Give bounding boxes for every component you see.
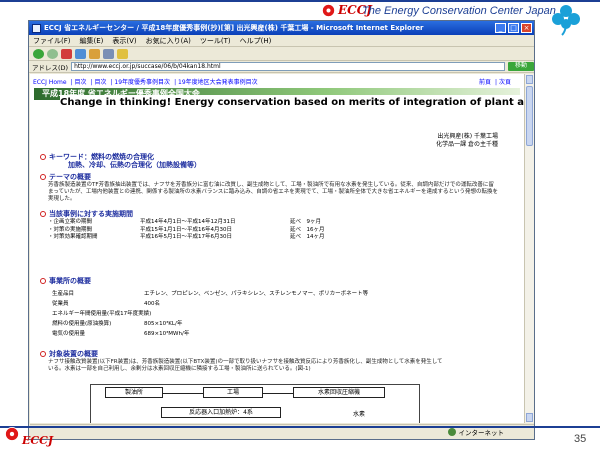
forward-icon[interactable]: [47, 48, 58, 59]
ecc-logo-icon: [5, 427, 19, 441]
table-row: 生産品目 エチレン、プロピレン、ベンゼン、パラキシレン、スチレンモノマー、ポリカー…: [52, 291, 369, 297]
schedule-table: ・企画立案の期間 平成14年4月1日～平成14年12月31日 延べ 9ヶ月 ・対策の…: [48, 219, 350, 242]
window-title: ECCJ 省エネルギーセンター / 平成18年度優秀事例(抄)[第] 出光興産(…: [44, 24, 424, 32]
bullet-icon: [40, 211, 46, 217]
table-row: ・企画立案の期間 平成14年4月1日～平成14年12月31日 延べ 9ヶ月: [48, 219, 321, 225]
arrow-line: [263, 393, 293, 394]
prev-page-link[interactable]: 前頁: [479, 79, 491, 86]
browser-icon: [32, 23, 41, 33]
table-row: ・対策効果確認期間 平成16年5月1日～平成17年6月30日 延べ 14ヶ月: [48, 234, 325, 240]
vertical-scrollbar[interactable]: [524, 74, 534, 423]
nav-links: ECCJ Home | 目次 | 目次 | 19年度優秀事例目次 | 19年度地区大会発…: [33, 77, 523, 87]
hydrogen-label: 水素: [353, 411, 366, 418]
pager: 前頁 | 次頁: [479, 79, 511, 86]
search-icon[interactable]: [103, 48, 114, 59]
menu-view[interactable]: 表示(V): [112, 36, 136, 46]
maximize-button[interactable]: □: [508, 23, 519, 33]
theme-body: 芳香族製造装置のTF芳香族抽出装置では、ナフサを芳香族分に富む油に改質し、副生成…: [48, 182, 498, 202]
author-dept: 化学品一課 倉の主千種: [436, 141, 498, 148]
theme-heading: テーマの概要: [40, 172, 91, 182]
address-bar: アドレス(D) http://www.eccj.or.jp/succase/06…: [29, 61, 534, 73]
nav-link-fy19-cases[interactable]: 19年度優秀事例目次: [114, 79, 170, 86]
menu-help[interactable]: ヘルプ(H): [240, 36, 272, 46]
facility-table: 生産品目 エチレン、プロピレン、ベンゼン、パラキシレン、スチレンモノマー、ポリカー…: [52, 289, 524, 339]
ecc-logo-icon: [322, 4, 335, 17]
table-row: 燃料の使用量(原油換算) 805×10³KL/年: [52, 321, 183, 327]
nav-link-fy19-regional[interactable]: 19年度地区大会発表事例目次: [178, 79, 258, 86]
window-controls: _ □ ×: [495, 23, 534, 33]
browser-window: ECCJ 省エネルギーセンター / 平成18年度優秀事例(抄)[第] 出光興産(…: [28, 20, 535, 440]
menu-bar: ファイル(F) 編集(E) 表示(V) お気に入り(A) ツール(T) ヘルプ(…: [29, 35, 534, 47]
menu-edit[interactable]: 編集(E): [80, 36, 104, 46]
target-heading: 対象装置の概要: [40, 349, 98, 359]
table-row: 従業員 400名: [52, 301, 160, 307]
organization-name: The Energy Conservation Center Japan: [362, 5, 556, 17]
home-icon[interactable]: [89, 48, 100, 59]
nav-link-toc-1[interactable]: 目次: [75, 79, 87, 86]
arrow-line: [163, 393, 203, 394]
schedule-heading: 当該事例に対する実施期間: [40, 209, 133, 219]
author-block: 出光興産(株) 千葉工場 化学品一課 倉の主千種: [436, 133, 498, 149]
bullet-icon: [40, 278, 46, 284]
bullet-icon: [40, 174, 46, 180]
author-company: 出光興産(株) 千葉工場: [437, 133, 498, 140]
slide-headline: Change in thinking! Energy conservation …: [60, 95, 524, 111]
minimize-button[interactable]: _: [495, 23, 506, 33]
facility-heading: 事業所の概要: [40, 276, 91, 286]
close-button[interactable]: ×: [521, 23, 532, 33]
address-label: アドレス(D): [32, 63, 69, 72]
go-button[interactable]: 移動: [508, 62, 534, 71]
favorites-icon[interactable]: [117, 48, 128, 59]
table-row: ・対策の実施期間 平成15年1月1日～平成16年4月30日 延べ 16ヶ月: [48, 226, 325, 233]
nav-link-toc-2[interactable]: 目次: [94, 79, 106, 86]
stop-icon[interactable]: [61, 48, 72, 59]
ecc-logo-text-bottom: ECCJ: [22, 434, 54, 447]
clover-logo-icon: [552, 5, 580, 36]
page-content: ECCJ Home | 目次 | 目次 | 19年度優秀事例目次 | 19年度地区大会発…: [30, 74, 524, 423]
keyword-subheading: 加熱、冷却、伝熱の合理化（加熱設備等）: [68, 161, 201, 169]
scroll-thumb[interactable]: [526, 86, 533, 146]
compressor-box: 水素回収圧縮機: [293, 387, 385, 398]
back-icon[interactable]: [33, 48, 44, 59]
nav-link-home[interactable]: ECCJ Home: [33, 79, 67, 86]
slide-top-line: [0, 0, 600, 2]
menu-favorites[interactable]: お気に入り(A): [146, 36, 191, 46]
address-input[interactable]: http://www.eccj.or.jp/succase/06/b/04kan…: [71, 62, 505, 71]
menu-file[interactable]: ファイル(F): [33, 36, 71, 46]
scroll-down-arrow-icon[interactable]: [526, 413, 533, 422]
refinery-box: 製油所: [105, 387, 163, 398]
heater-box: 反応器入口加熱炉：4系: [161, 407, 281, 418]
toolbar: [29, 47, 534, 61]
next-page-link[interactable]: 次頁: [499, 79, 511, 86]
bullet-icon: [40, 154, 46, 160]
process-diagram: 製油所 工場 水素回収圧縮機 反応器入口加熱炉：4系 水素: [90, 384, 420, 423]
target-body: ナフサ接触改質装置(以下FR装置)は、芳香族製造装置(以下BTX装置)の一部で取…: [48, 359, 443, 372]
status-zone: インターネット: [458, 429, 505, 437]
menu-tools[interactable]: ツール(T): [200, 36, 231, 46]
refresh-icon[interactable]: [75, 48, 86, 59]
page-number: 35: [574, 433, 587, 445]
slide-bottom-line: [0, 426, 600, 428]
window-titlebar: ECCJ 省エネルギーセンター / 平成18年度優秀事例(抄)[第] 出光興産(…: [29, 21, 534, 35]
table-row: エネルギー年間使用量(平成17年度実績): [52, 311, 152, 317]
plant-box: 工場: [203, 387, 263, 398]
bullet-icon: [40, 351, 46, 357]
scroll-up-arrow-icon[interactable]: [526, 75, 533, 84]
table-row: 電気の使用量 689×10³MWh/年: [52, 331, 190, 337]
internet-zone-icon: [447, 428, 456, 436]
